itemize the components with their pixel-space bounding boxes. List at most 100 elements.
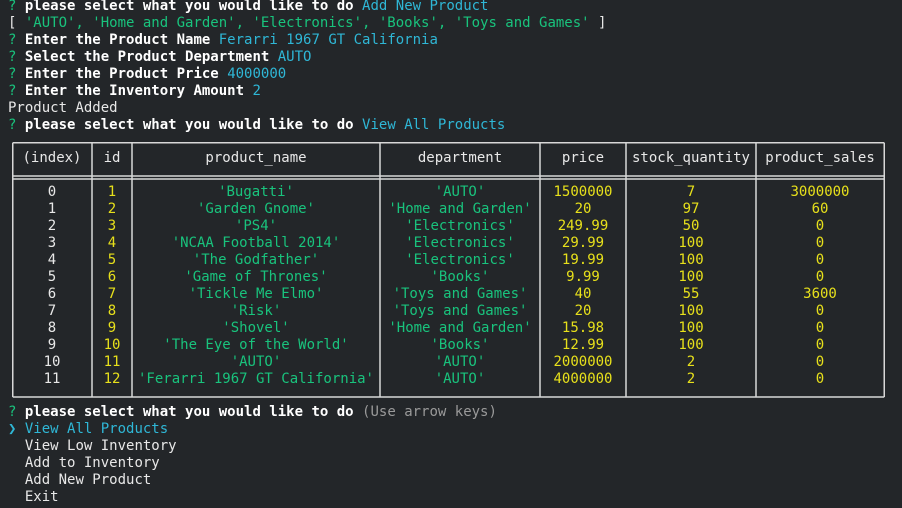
cell-product-name: 'Shovel' (222, 320, 290, 336)
cell-price: 29.99 (561, 235, 605, 251)
cell-price: 1500000 (553, 184, 613, 200)
cell-department: 'Books' (430, 269, 490, 285)
cell-department: 'AUTO' (434, 371, 486, 387)
cell-product-sales: 0 (815, 218, 825, 234)
menu-option[interactable]: ❯ View All Products (8, 421, 898, 438)
cell-price: 40 (574, 286, 592, 302)
cell-product-name: 'Tickle Me Elmo' (188, 286, 324, 302)
pointer-icon (8, 489, 16, 505)
question-text: Enter the Inventory Amount (24, 83, 245, 99)
question-text: please select what you would like to do (24, 117, 354, 133)
header-department: department (417, 150, 503, 166)
cell-id: 8 (107, 303, 117, 319)
cell-price: 4000000 (553, 371, 613, 387)
cell-id: 11 (103, 354, 121, 370)
header-product-name: product_name (205, 150, 307, 166)
menu-options: ❯ View All Products View Low Inventory A… (8, 421, 898, 506)
menu-option[interactable]: Add to Inventory (8, 455, 898, 472)
menu-option-label: View Low Inventory (24, 438, 177, 454)
cell-id: 4 (107, 235, 117, 251)
cell-stock-quantity: 100 (678, 269, 704, 285)
cell-id: 12 (103, 371, 121, 387)
answer-text: 4000000 (227, 66, 287, 82)
cell-index: 4 (47, 252, 57, 268)
cell-index: 9 (47, 337, 57, 353)
cell-price: 12.99 (561, 337, 605, 353)
header-stock-quantity: stock_quantity (631, 150, 750, 166)
answer-text: AUTO (277, 49, 312, 65)
menu-option[interactable]: View Low Inventory (8, 438, 898, 455)
prompt-line-action-1: ? please select what you would like to d… (8, 0, 898, 15)
cell-product-name: 'Garden Gnome' (196, 201, 315, 217)
cell-product-name: 'Game of Thrones' (184, 269, 328, 285)
question-text: please select what you would like to do (24, 404, 354, 420)
cell-price: 9.99 (566, 269, 600, 285)
cell-index: 8 (47, 320, 57, 336)
cell-product-sales: 0 (815, 337, 825, 353)
cell-department: 'AUTO' (434, 354, 486, 370)
question-mark: ? (8, 404, 17, 420)
prompt-line-action-2: ? please select what you would like to d… (8, 117, 898, 134)
cell-id: 6 (107, 269, 117, 285)
cell-id: 7 (107, 286, 117, 302)
menu-option[interactable]: Exit (8, 489, 898, 506)
prompt-line-name: ? Enter the Product Name Ferarri 1967 GT… (8, 32, 898, 49)
pointer-icon (8, 472, 16, 488)
department-list: 'AUTO', 'Home and Garden', 'Electronics'… (24, 15, 590, 31)
cell-stock-quantity: 100 (678, 337, 704, 353)
header-index: (index) (22, 150, 82, 166)
cell-product-name: 'Ferarri 1967 GT California' (137, 371, 374, 387)
cell-product-sales: 3000000 (790, 184, 850, 200)
question-mark: ? (8, 83, 17, 99)
cell-stock-quantity: 100 (678, 235, 704, 251)
cell-stock-quantity: 2 (686, 371, 696, 387)
department-list-line: [ 'AUTO', 'Home and Garden', 'Electronic… (8, 15, 898, 32)
question-mark: ? (8, 66, 17, 82)
question-mark: ? (8, 49, 17, 65)
cell-index: 2 (47, 218, 57, 234)
terminal-output: ? please select what you would like to d… (8, 0, 898, 134)
cell-price: 20 (574, 201, 592, 217)
answer-text: View All Products (362, 117, 506, 133)
cell-department: 'Toys and Games' (392, 303, 528, 319)
menu-option-label: Exit (24, 489, 59, 505)
cell-id: 10 (103, 337, 121, 353)
cell-department: 'Electronics' (405, 235, 515, 251)
cell-price: 249.99 (557, 218, 609, 234)
products-table: (index) id product_name department price stoc… (12, 142, 885, 398)
bracket-open: [ (8, 15, 25, 31)
cell-product-sales: 0 (815, 235, 825, 251)
cell-department: 'AUTO' (434, 184, 486, 200)
question-text: Select the Product Department (24, 49, 270, 65)
pointer-icon (8, 438, 16, 454)
header-id: id (103, 150, 121, 166)
header-price: price (561, 150, 605, 166)
answer-text: Ferarri 1967 GT California (218, 32, 438, 48)
prompt-line-price: ? Enter the Product Price 4000000 (8, 66, 898, 83)
menu-option-label: Add New Product (24, 472, 152, 488)
cell-product-sales: 0 (815, 371, 825, 387)
cell-index: 7 (47, 303, 57, 319)
cell-product-name: 'Risk' (230, 303, 282, 319)
question-mark: ? (8, 0, 17, 14)
cell-stock-quantity: 50 (682, 218, 700, 234)
cell-stock-quantity: 100 (678, 303, 704, 319)
cell-product-sales: 0 (815, 269, 825, 285)
cell-product-name: 'NCAA Football 2014' (171, 235, 341, 251)
cell-price: 15.98 (561, 320, 605, 336)
cell-id: 3 (107, 218, 117, 234)
question-text: please select what you would like to do (24, 0, 354, 14)
menu-option[interactable]: Add New Product (8, 472, 898, 489)
question-mark: ? (8, 32, 17, 48)
cell-product-sales: 0 (815, 303, 825, 319)
header-product-sales: product_sales (765, 150, 875, 166)
pointer-icon (8, 455, 16, 471)
cell-stock-quantity: 2 (686, 354, 696, 370)
cell-product-sales: 0 (815, 354, 825, 370)
cell-stock-quantity: 7 (686, 184, 696, 200)
cell-stock-quantity: 100 (678, 320, 704, 336)
cell-department: 'Home and Garden' (388, 201, 532, 217)
cell-index: 11 (43, 371, 61, 387)
cell-department: 'Electronics' (405, 252, 515, 268)
menu-option-label: View All Products (24, 421, 169, 437)
